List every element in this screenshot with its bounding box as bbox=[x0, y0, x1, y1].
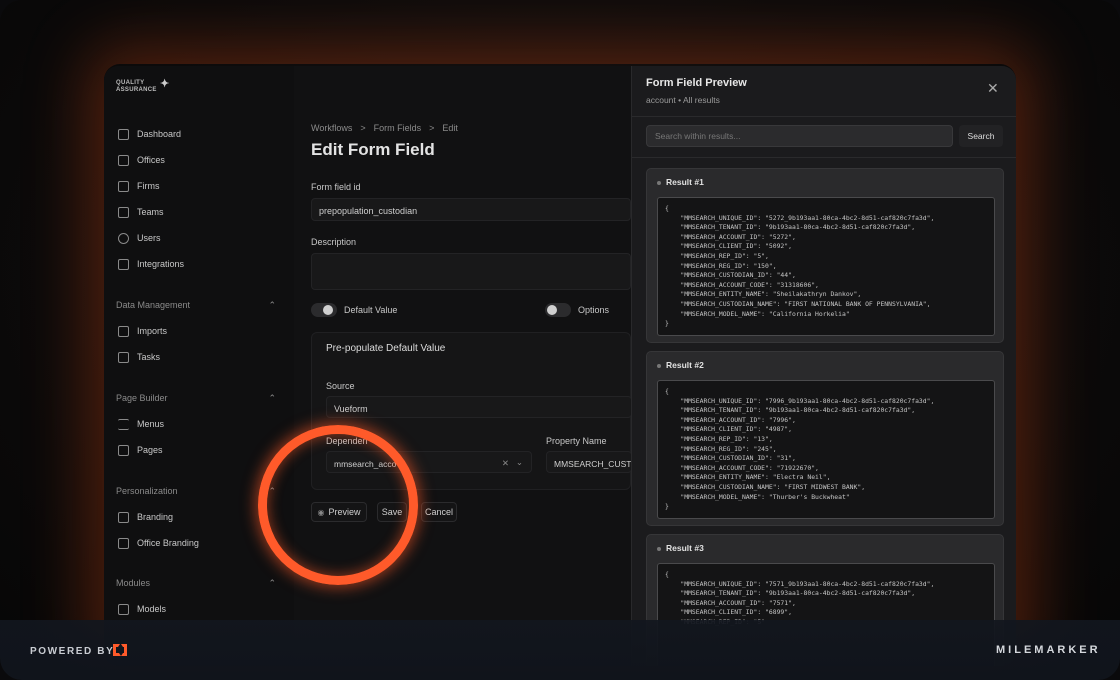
building-icon bbox=[118, 154, 129, 166]
drawer-title: Form Field Preview bbox=[646, 77, 747, 89]
star-icon: ✦ bbox=[160, 78, 170, 90]
default-value-toggle[interactable] bbox=[311, 303, 337, 317]
sidebar: QUALITY ASSURANCE ✦ Dashboard Offices Fi… bbox=[104, 66, 294, 666]
user-icon bbox=[118, 232, 129, 244]
puzzle-icon bbox=[118, 537, 129, 549]
options-toggle[interactable] bbox=[545, 303, 571, 317]
sidebar-item-imports[interactable]: Imports bbox=[118, 322, 167, 340]
result-card: Result #1 { "MMSEARCH_UNIQUE_ID": "5272_… bbox=[646, 168, 1004, 343]
section-modules[interactable]: Modules ⌃ bbox=[116, 578, 276, 589]
chevron-up-icon: ⌃ bbox=[268, 300, 276, 310]
section-personalization[interactable]: Personalization ⌃ bbox=[116, 486, 276, 497]
form-field-preview-drawer: Form Field Preview account • All results… bbox=[631, 66, 1016, 666]
menu-icon bbox=[118, 418, 129, 430]
sidebar-item-models[interactable]: Models bbox=[118, 600, 166, 618]
database-icon bbox=[118, 258, 129, 270]
chevron-down-icon[interactable]: ⌄ bbox=[516, 457, 523, 468]
divider bbox=[632, 157, 1016, 158]
sidebar-item-offices[interactable]: Offices bbox=[118, 151, 165, 169]
models-icon bbox=[118, 603, 129, 615]
footer: POWERED BY MILEMARKER bbox=[0, 620, 1120, 680]
sidebar-item-pages[interactable]: Pages bbox=[118, 441, 163, 459]
sidebar-item-users[interactable]: Users bbox=[118, 229, 161, 247]
app-window: QUALITY ASSURANCE ✦ Dashboard Offices Fi… bbox=[104, 66, 1016, 666]
result-title: Result #3 bbox=[657, 543, 704, 553]
import-icon bbox=[118, 325, 129, 337]
form-field-id-input[interactable]: prepopulation_custodian bbox=[311, 198, 631, 221]
milemarker-logo: MILEMARKER bbox=[996, 644, 1101, 656]
brand-logo-icon bbox=[113, 644, 127, 656]
sidebar-item-teams[interactable]: Teams bbox=[118, 203, 164, 221]
dashboard-icon bbox=[118, 128, 129, 140]
result-title: Result #2 bbox=[657, 360, 704, 370]
sidebar-item-branding[interactable]: Branding bbox=[118, 508, 173, 526]
breadcrumb-edit: Edit bbox=[442, 123, 458, 133]
search-input[interactable]: Search within results... bbox=[646, 125, 953, 147]
sidebar-item-dashboard[interactable]: Dashboard bbox=[118, 125, 181, 143]
bank-icon bbox=[118, 180, 129, 192]
page-title: Edit Form Field bbox=[311, 140, 435, 159]
logo: QUALITY ASSURANCE ✦ bbox=[116, 78, 170, 94]
drawer-subtitle: account • All results bbox=[646, 95, 720, 105]
branding-icon bbox=[118, 511, 129, 523]
section-page-builder[interactable]: Page Builder ⌃ bbox=[116, 393, 276, 404]
source-select[interactable]: Vueform bbox=[326, 396, 632, 418]
powered-by-label: POWERED BY bbox=[30, 646, 115, 657]
source-label: Source bbox=[326, 381, 355, 391]
description-input[interactable] bbox=[311, 253, 631, 290]
property-name-input[interactable]: MMSEARCH_CUSTO bbox=[546, 451, 632, 473]
breadcrumb-form-fields[interactable]: Form Fields bbox=[374, 123, 422, 133]
options-label: Options bbox=[578, 305, 610, 315]
clear-icon[interactable]: ✕ bbox=[502, 458, 509, 469]
form-field-id-label: Form field id bbox=[311, 182, 361, 192]
sidebar-item-menus[interactable]: Menus bbox=[118, 415, 164, 433]
result-title: Result #1 bbox=[657, 177, 704, 187]
breadcrumb-workflows[interactable]: Workflows bbox=[311, 123, 352, 133]
divider bbox=[632, 116, 1016, 117]
sidebar-item-integrations[interactable]: Integrations bbox=[118, 255, 184, 273]
panel-title: Pre-populate Default Value bbox=[326, 343, 446, 354]
team-icon bbox=[118, 206, 129, 218]
section-data-management[interactable]: Data Management ⌃ bbox=[116, 300, 276, 311]
tasks-icon bbox=[118, 351, 129, 363]
result-json: { "MMSEARCH_UNIQUE_ID": "5272_9b193aa1-8… bbox=[657, 197, 995, 336]
sidebar-item-firms[interactable]: Firms bbox=[118, 177, 160, 195]
sidebar-item-tasks[interactable]: Tasks bbox=[118, 348, 160, 366]
sidebar-item-office-branding[interactable]: Office Branding bbox=[118, 534, 199, 552]
chevron-up-icon: ⌃ bbox=[268, 393, 276, 403]
breadcrumb: Workflows > Form Fields > Edit bbox=[311, 123, 458, 133]
close-icon[interactable]: ✕ bbox=[987, 80, 999, 97]
chevron-up-icon: ⌃ bbox=[268, 578, 276, 588]
search-button[interactable]: Search bbox=[959, 125, 1003, 147]
description-label: Description bbox=[311, 237, 357, 247]
default-value-label: Default Value bbox=[344, 305, 398, 315]
pages-icon bbox=[118, 444, 129, 456]
stage: QUALITY ASSURANCE ✦ Dashboard Offices Fi… bbox=[0, 0, 1120, 680]
result-card: Result #2 { "MMSEARCH_UNIQUE_ID": "7996_… bbox=[646, 351, 1004, 526]
property-name-label: Property Name bbox=[546, 436, 607, 446]
result-json: { "MMSEARCH_UNIQUE_ID": "7996_9b193aa1-8… bbox=[657, 380, 995, 519]
cancel-button[interactable]: Cancel bbox=[421, 502, 457, 522]
highlight-ring bbox=[258, 425, 418, 585]
